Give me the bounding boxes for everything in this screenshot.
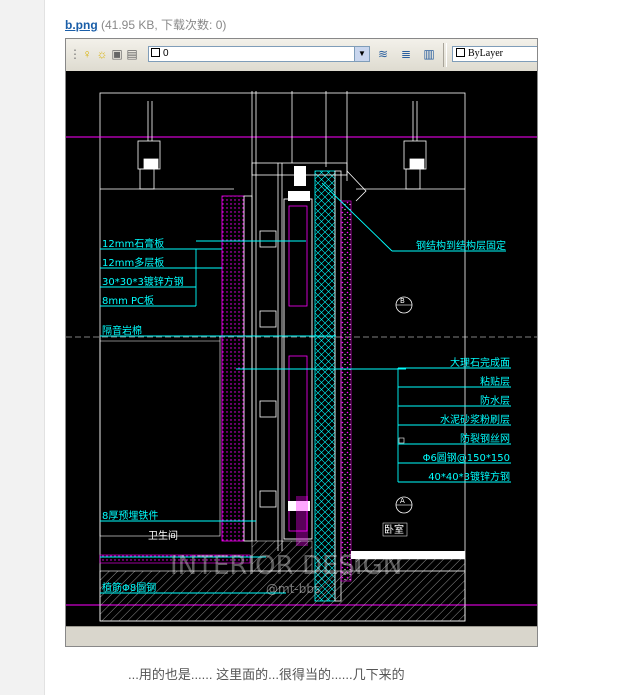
label-adhesive: 粘贴层 — [480, 375, 510, 388]
label-round-steel: Φ6圆钢@150*150 — [423, 451, 510, 464]
linetype-dropdown-value: ByLayer — [468, 48, 503, 59]
linetype-dropdown[interactable]: ByLayer — [452, 46, 537, 62]
cad-layer-toolbar: ⋮ ♀ ☼ ▣ ▤ 0 ▼ ≋ ≣ ▥ ByLayer — [66, 39, 537, 72]
marker-a-label: A — [400, 497, 405, 505]
sun-icon[interactable]: ☼ — [95, 47, 109, 61]
label-steel-tube: 30*30*3镀锌方钢 — [102, 275, 184, 288]
layer-manager-icon[interactable]: ≋ — [376, 47, 390, 61]
post-caption: ...用的也是...... 这里面的...很得当的......几下来的 — [128, 658, 528, 688]
marker-b-label: B — [400, 297, 405, 305]
chevron-down-icon[interactable]: ▼ — [354, 47, 369, 61]
post-caption-text: ...用的也是...... 这里面的...很得当的......几下来的 — [128, 667, 405, 682]
watermark-text: INTERIOR DESIGN — [170, 551, 402, 581]
left-margin-strip — [0, 0, 45, 695]
layer-state-icon[interactable]: ≣ — [399, 47, 413, 61]
cad-drawing-area: B A 12mm石膏板 12mm多层板 30*30*3镀锌方钢 8mm PC板 … — [66, 71, 537, 626]
layer-dropdown-value: 0 — [163, 48, 169, 59]
plot-icon[interactable]: ▤ — [125, 47, 139, 61]
cad-section-drawing: B A 12mm石膏板 12mm多层板 30*30*3镀锌方钢 8mm PC板 … — [66, 91, 537, 622]
layer-dropdown[interactable]: 0 ▼ — [148, 46, 370, 62]
bulb-icon[interactable]: ♀ — [80, 47, 94, 61]
cad-status-bar — [66, 626, 537, 646]
label-pc-board: 8mm PC板 — [102, 294, 154, 307]
attachment-image: ⋮ ♀ ☼ ▣ ▤ 0 ▼ ≋ ≣ ▥ ByLayer B A 12mm石膏板 … — [65, 38, 538, 647]
lock-icon[interactable]: ▣ — [110, 47, 124, 61]
label-gypsum-board: 12mm石膏板 — [102, 237, 164, 250]
toolbar-separator — [443, 43, 447, 67]
watermark-handle: @mt-bbs — [266, 582, 320, 596]
label-square-steel: 40*40*3镀锌方钢 — [428, 470, 510, 483]
attachment-link[interactable]: b.png — [65, 18, 98, 32]
label-rebar: 植筋Φ8圆钢 — [102, 581, 156, 594]
label-bedroom: 卧室 — [384, 523, 404, 536]
label-embedded-plate: 8厚预埋铁件 — [102, 509, 158, 522]
label-mortar: 水泥砂浆粉刷层 — [440, 413, 510, 426]
label-bathroom: 卫生间 — [148, 529, 178, 542]
layer-color-swatch — [151, 48, 160, 57]
label-wire-mesh: 防裂钢丝网 — [460, 432, 510, 445]
label-waterproof: 防水层 — [480, 394, 510, 407]
linetype-color-swatch — [456, 48, 465, 57]
label-marble: 大理石完成面 — [450, 356, 510, 369]
ceiling-hangers — [100, 101, 465, 190]
label-rockwool: 隔音岩棉 — [102, 324, 142, 337]
attachment-info: b.png (41.95 KB, 下载次数: 0) — [65, 16, 226, 33]
layer-previous-icon[interactable]: ▥ — [422, 47, 436, 61]
label-plywood: 12mm多层板 — [102, 256, 164, 269]
label-steel-fixing: 钢结构到结构层固定 — [416, 239, 506, 252]
attachment-meta: (41.95 KB, 下载次数: 0) — [101, 18, 227, 32]
